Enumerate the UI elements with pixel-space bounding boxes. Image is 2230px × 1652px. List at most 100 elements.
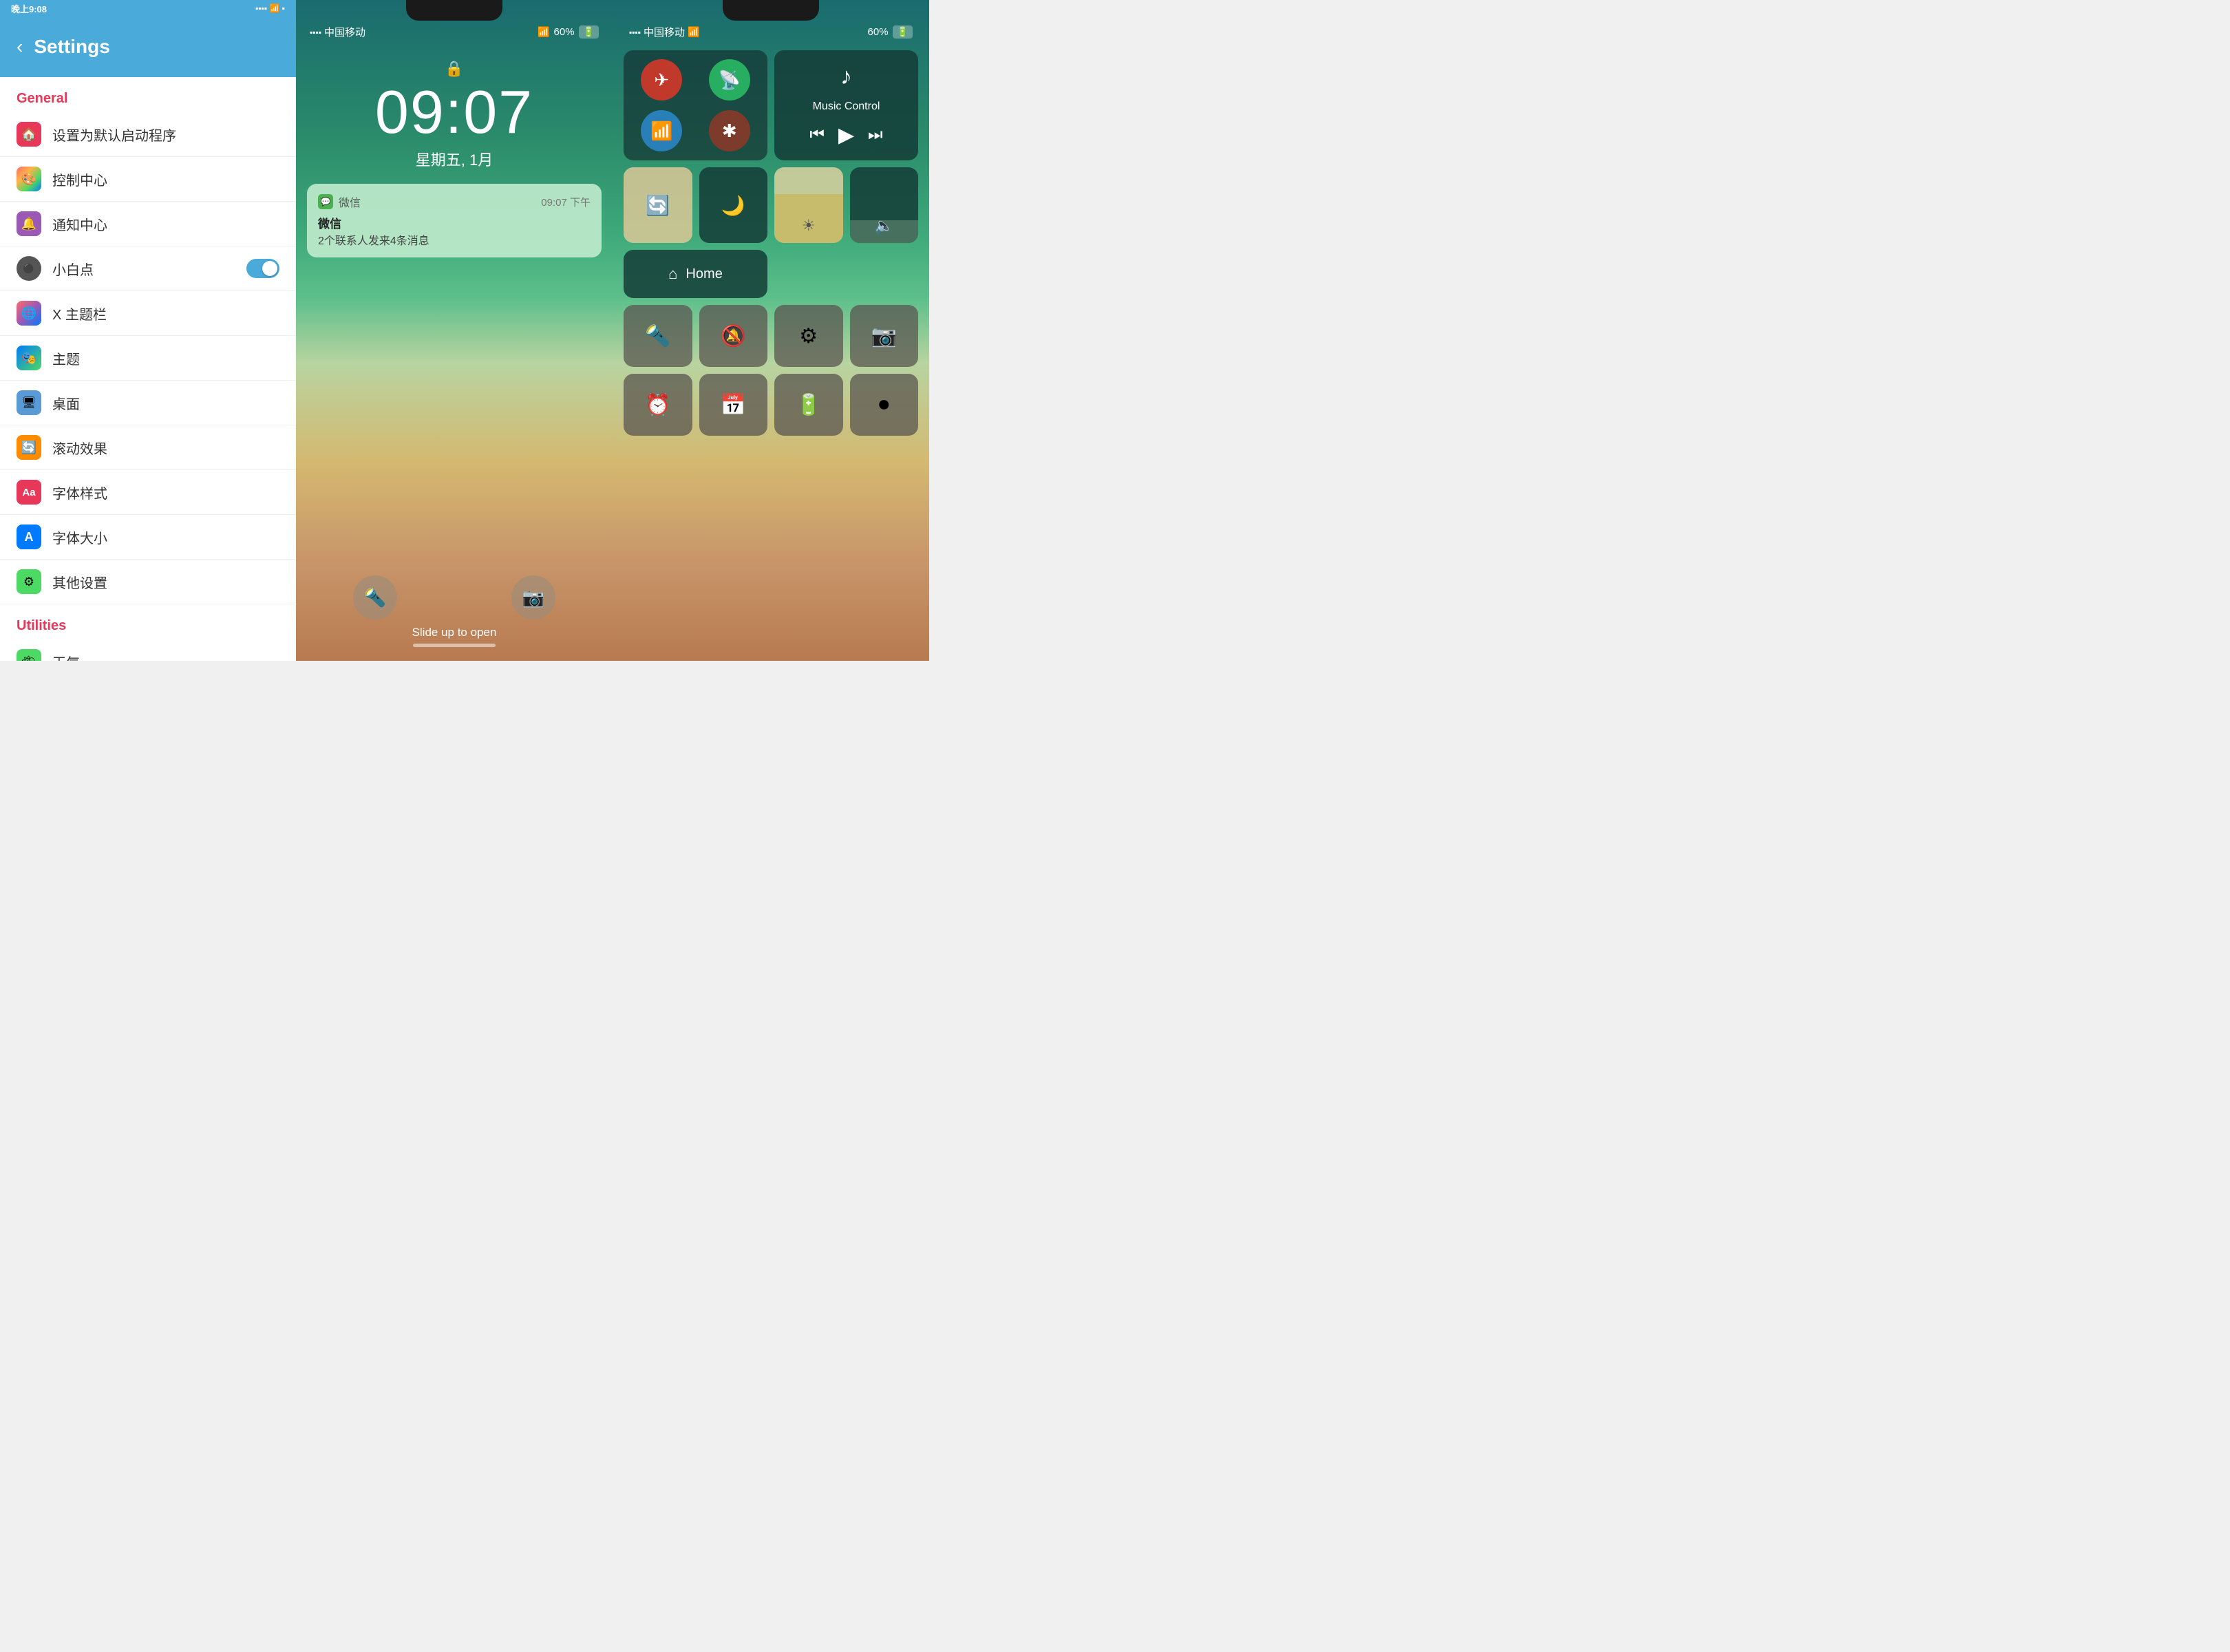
volume-icon: 🔈 (875, 217, 893, 235)
scroll-icon: 🔄 (17, 435, 41, 460)
control-center: ▪▪▪▪ 中国移动 📶 60% 🔋 ✈ 📡 📶 ✱ ♪ Music Contro… (613, 0, 929, 661)
menu-text: 控制中心 (52, 169, 107, 189)
wechat-icon: 💬 (318, 194, 333, 209)
music-play-button[interactable]: ▶ (838, 123, 854, 147)
menu-item-theme[interactable]: 🎭 主题 (0, 336, 296, 381)
cc-phone-notch (723, 0, 819, 21)
flashlight-button[interactable]: 🔦 (624, 305, 692, 367)
music-controls: ⏮ ▶ ⏭ (809, 123, 882, 147)
back-button[interactable]: ‹ (17, 36, 23, 58)
notif-title: 微信 (318, 214, 591, 231)
settings-header: ‹ Settings (0, 17, 296, 77)
camera-button[interactable]: 📷 (511, 575, 555, 620)
lock-bottom-buttons: 🔦 📷 (296, 575, 613, 620)
music-next-button[interactable]: ⏭ (868, 125, 883, 145)
theme-icon: 🎭 (17, 346, 41, 370)
menu-item-weather[interactable]: 🌤 天气 (0, 639, 296, 661)
menu-text: 桌面 (52, 393, 80, 413)
cc-connectivity-block: ✈ 📡 📶 ✱ (624, 50, 767, 160)
other-icon: ⚙ (17, 569, 41, 594)
menu-text: X 主题栏 (52, 304, 107, 324)
lock-date: 星期五, 1月 (296, 148, 613, 170)
lock-screen: ▪▪▪▪ 中国移动 📶 60% 🔋 🔒 09:07 星期五, 1月 💬 微信 0… (296, 0, 613, 661)
notif-time: 09:07 下午 (541, 195, 591, 209)
rotate-lock-button[interactable]: 🔄 (624, 167, 692, 243)
desktop-icon: 🖥 (17, 390, 41, 415)
menu-text: 通知中心 (52, 214, 107, 234)
settings-time: 晚上9:08 (11, 2, 255, 15)
lock-battery: 📶 60% 🔋 (538, 25, 599, 39)
font-size-icon: A (17, 525, 41, 549)
slide-text: Slide up to open (296, 626, 613, 639)
notif-app-name: 微信 (339, 193, 361, 210)
lock-slide: Slide up to open (296, 626, 613, 647)
utilities-label: Utilities (0, 604, 296, 639)
battery-button[interactable]: 🔋 (774, 374, 843, 436)
weather-icon: 🌤 (17, 649, 41, 661)
settings-panel: 晚上9:08 ▪▪▪▪ 📶 ▪ ‹ Settings General 🏠 设置为… (0, 0, 296, 661)
lock-time-area: 🔒 09:07 星期五, 1月 (296, 39, 613, 170)
music-label: Music Control (813, 100, 880, 113)
brightness-icon: ☀ (802, 217, 816, 235)
notification-card[interactable]: 💬 微信 09:07 下午 微信 2个联系人发来4条消息 (307, 184, 602, 257)
home-icon: ⌂ (668, 265, 677, 283)
toggle-assistive[interactable] (246, 259, 279, 278)
menu-item-font-style[interactable]: Aa 字体样式 (0, 470, 296, 515)
lock-carrier: ▪▪▪▪ 中国移动 (310, 25, 365, 39)
menu-item-x-theme[interactable]: 🌐 X 主题栏 (0, 291, 296, 336)
home-icon: 🏠 (17, 122, 41, 147)
general-label: General (0, 77, 296, 112)
control-icon: 🎨 (17, 167, 41, 191)
x-icon: 🌐 (17, 301, 41, 326)
home-label: Home (686, 266, 722, 282)
settings-title: Settings (34, 36, 109, 58)
record-button[interactable]: ⏺ (850, 374, 919, 436)
lock-icon: 🔒 (296, 60, 613, 78)
menu-text: 字体大小 (52, 527, 107, 547)
menu-text: 小白点 (52, 259, 94, 279)
cc-carrier: ▪▪▪▪ 中国移动 📶 (629, 25, 699, 39)
menu-text: 其他设置 (52, 572, 107, 592)
menu-item-notify[interactable]: 🔔 通知中心 (0, 202, 296, 246)
camera-utility-button[interactable]: 📷 (850, 305, 919, 367)
lock-time: 09:07 (296, 82, 613, 142)
menu-item-other[interactable]: ⚙ 其他设置 (0, 560, 296, 604)
menu-item-scroll[interactable]: 🔄 滚动效果 (0, 425, 296, 470)
menu-item-font-size[interactable]: A 字体大小 (0, 515, 296, 560)
menu-text: 天气 (52, 652, 80, 661)
menu-text: 滚动效果 (52, 438, 107, 458)
hotspot-button[interactable]: 📡 (709, 59, 750, 100)
menu-text: 主题 (52, 348, 80, 368)
settings-signal: ▪▪▪▪ 📶 ▪ (255, 3, 285, 13)
wifi-button[interactable]: 📶 (641, 110, 682, 151)
dot-icon: ⚫ (17, 256, 41, 281)
menu-text: 字体样式 (52, 483, 107, 502)
menu-item-assistive-touch[interactable]: ⚫ 小白点 (0, 246, 296, 291)
bluetooth-button[interactable]: ✱ (709, 110, 750, 151)
cc-battery: 60% 🔋 (868, 25, 913, 39)
slide-bar (413, 644, 496, 647)
volume-slider[interactable]: 🔈 (850, 167, 919, 243)
home-button[interactable]: ⌂ Home (624, 250, 767, 298)
menu-text: 设置为默认启动程序 (52, 125, 176, 145)
calendar-button[interactable]: 📅 (699, 374, 768, 436)
menu-item-default-launcher[interactable]: 🏠 设置为默认启动程序 (0, 112, 296, 157)
flashlight-button[interactable]: 🔦 (353, 575, 397, 620)
menu-item-desktop[interactable]: 🖥 桌面 (0, 381, 296, 425)
phone-notch (406, 0, 502, 21)
airplane-button[interactable]: ✈ (641, 59, 682, 100)
notif-app: 💬 微信 (318, 193, 361, 210)
menu-item-control-center[interactable]: 🎨 控制中心 (0, 157, 296, 202)
do-not-disturb-button[interactable]: 🌙 (699, 167, 768, 243)
settings-gear-button[interactable]: ⚙ (774, 305, 843, 367)
alarm-button[interactable]: ⏰ (624, 374, 692, 436)
music-note-icon: ♪ (840, 63, 852, 90)
cc-grid: ✈ 📡 📶 ✱ ♪ Music Control ⏮ ▶ ⏭ 🔄 🌙 ☀ (613, 39, 929, 447)
notif-body: 2个联系人发来4条消息 (318, 231, 591, 248)
brightness-slider[interactable]: ☀ (774, 167, 843, 243)
music-prev-button[interactable]: ⏮ (809, 125, 825, 145)
cc-music-block: ♪ Music Control ⏮ ▶ ⏭ (774, 50, 918, 160)
settings-content: General 🏠 设置为默认启动程序 🎨 控制中心 🔔 通知中心 ⚫ 小白点 … (0, 77, 296, 661)
font-style-icon: Aa (17, 480, 41, 505)
no-disturb-button[interactable]: 🔕 (699, 305, 768, 367)
